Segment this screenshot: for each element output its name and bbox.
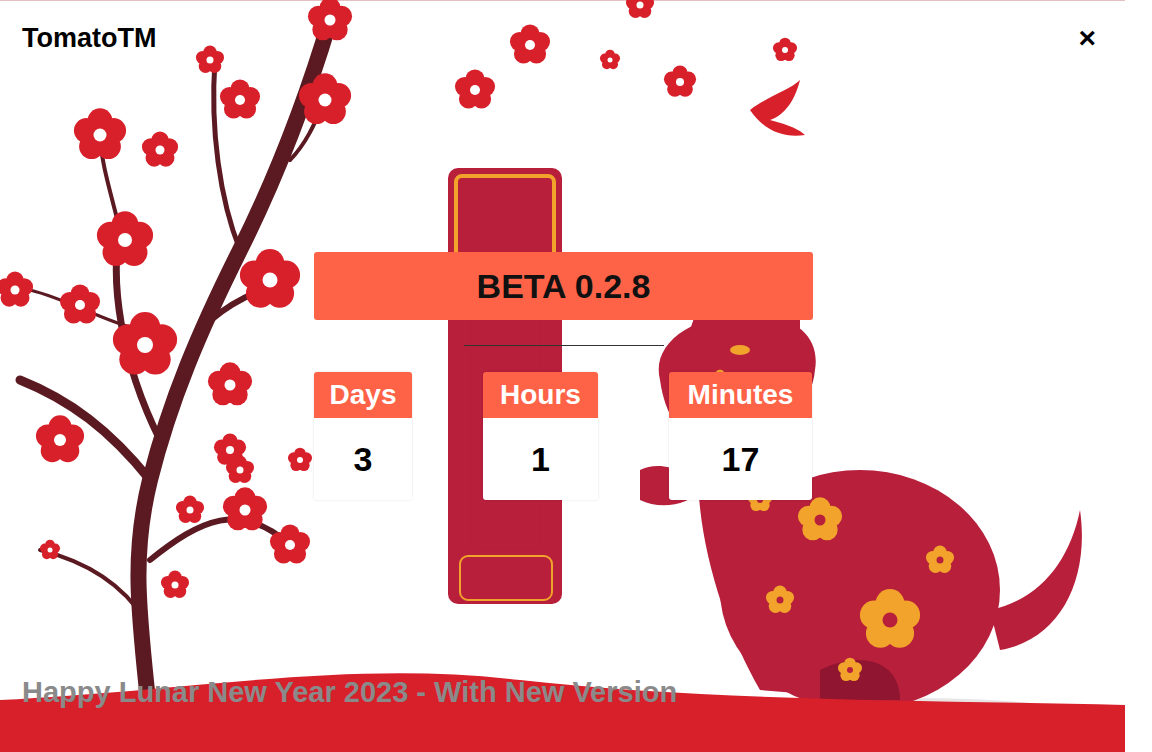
- blossom-icon: [40, 540, 60, 560]
- blossom-icon: [176, 496, 204, 523]
- blossom-icon: [240, 249, 300, 308]
- blossom-icon: [161, 571, 189, 598]
- blossom-icon: [766, 586, 794, 613]
- divider: [464, 345, 664, 346]
- countdown-value: 1: [483, 418, 598, 500]
- blossom-icon: [288, 448, 312, 471]
- countdown-box: Minutes17: [669, 372, 812, 500]
- blossom-icon: [223, 487, 267, 530]
- blossom-icon: [664, 66, 696, 97]
- countdown-label: Minutes: [669, 372, 812, 418]
- blossom-icon: [838, 658, 862, 681]
- countdown-row: Days3 Hours1 Minutes17: [314, 372, 813, 500]
- close-button[interactable]: ×: [1074, 20, 1100, 56]
- footer: Happy Lunar New Year 2023 - With New Ver…: [0, 671, 1152, 752]
- splash-window: TomatoTM × BETA 0.2.8 Days3 Hours1 Minutes17 H…: [0, 0, 1152, 752]
- countdown-label: Hours: [483, 372, 598, 418]
- blossom-icon: [60, 284, 100, 323]
- blossom-icon: [510, 24, 550, 63]
- blossom-icon: [626, 0, 654, 18]
- blossom-icon: [36, 415, 84, 462]
- blossom-icon: [74, 108, 126, 159]
- app-title: TomatoTM: [22, 20, 156, 56]
- blossom-icon: [798, 497, 842, 540]
- blossom-icon: [600, 50, 620, 70]
- blossom-icon: [214, 434, 246, 465]
- blossom-icon: [0, 271, 33, 306]
- footer-text: Happy Lunar New Year 2023 - With New Ver…: [22, 676, 677, 708]
- countdown-panel: BETA 0.2.8 Days3 Hours1 Minutes17: [314, 252, 813, 500]
- blossom-icon: [196, 46, 224, 73]
- blossom-icon: [97, 211, 153, 266]
- blossom-icon: [455, 69, 495, 108]
- blossom-icon: [860, 589, 920, 648]
- title-bar: TomatoTM ×: [0, 0, 1152, 56]
- blossom-icon: [308, 0, 352, 40]
- blossom-icon: [220, 79, 260, 118]
- blossom-icon: [113, 312, 177, 375]
- blossom-icon: [270, 524, 310, 563]
- countdown-value: 17: [669, 418, 812, 500]
- blossom-icon: [773, 38, 797, 61]
- blossom-icon: [142, 131, 178, 166]
- blossom-icon: [926, 546, 954, 573]
- blossom-icon: [299, 73, 351, 124]
- version-banner: BETA 0.2.8: [314, 252, 813, 320]
- countdown-box: Days3: [314, 372, 412, 500]
- countdown-box: Hours1: [483, 372, 598, 500]
- cat-icon: [640, 290, 1082, 726]
- red-wave-icon: [0, 673, 1125, 752]
- countdown-label: Days: [314, 372, 412, 418]
- countdown-value: 3: [314, 418, 412, 500]
- bird-icon: [750, 80, 805, 136]
- blossom-icon: [208, 362, 252, 405]
- plum-tree-icon: [20, 20, 330, 720]
